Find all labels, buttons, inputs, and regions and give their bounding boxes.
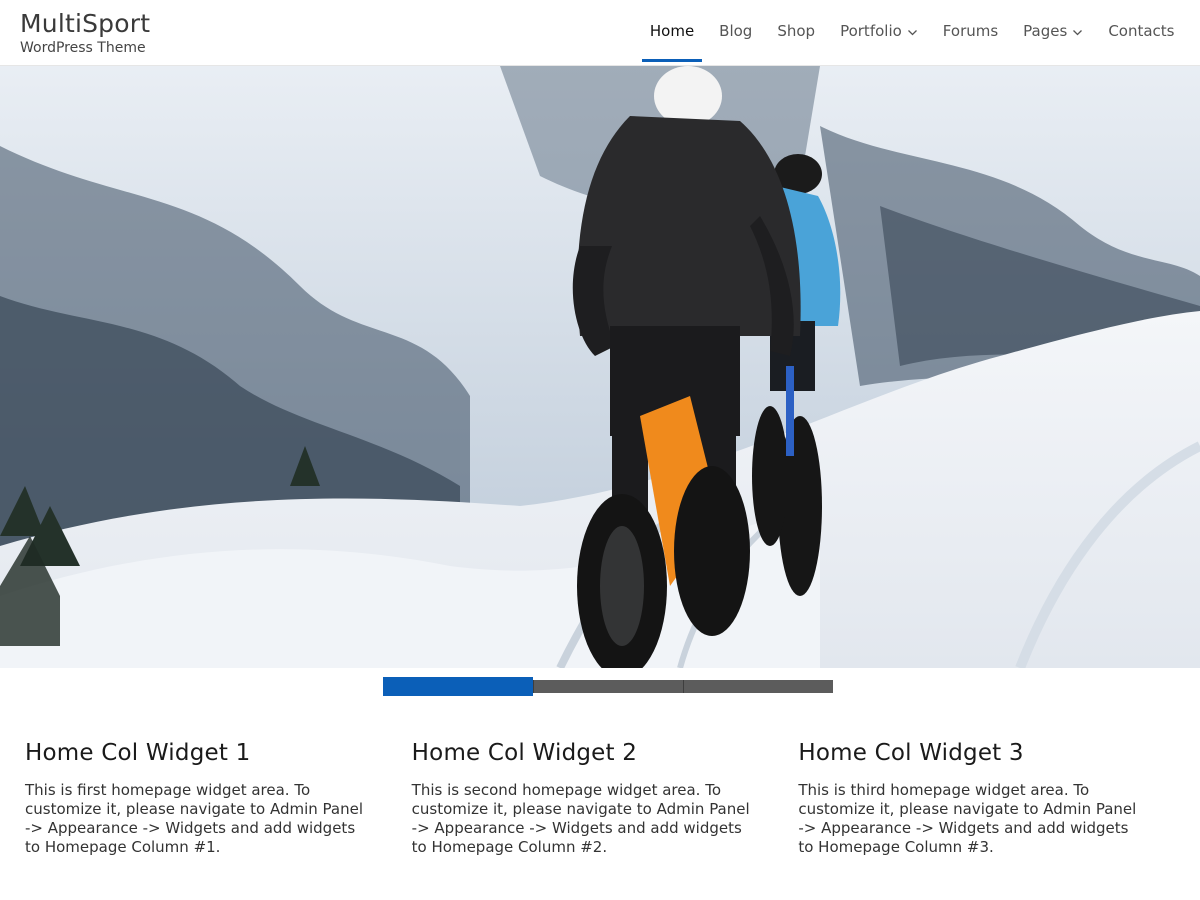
nav-item-portfolio[interactable]: Portfolio (828, 0, 931, 62)
widget-title: Home Col Widget 1 (25, 740, 251, 766)
nav-item-contacts[interactable]: Contacts (1096, 0, 1187, 62)
home-widget-1: Home Col Widget 1 This is first homepage… (25, 740, 412, 857)
home-widget-2: Home Col Widget 2 This is second homepag… (412, 740, 799, 857)
hero-slide-image[interactable] (0, 66, 1200, 668)
site-header: MultiSport WordPress Theme Home Blog Sho… (0, 0, 1200, 66)
nav-item-label: Forums (942, 22, 999, 40)
nav-item-forums[interactable]: Forums (930, 0, 1010, 62)
slider-dot-1[interactable] (383, 677, 533, 696)
nav-item-label: Home (649, 22, 695, 40)
homepage-widgets: Home Col Widget 1 This is first homepage… (25, 740, 1185, 857)
nav-item-label: Shop (777, 22, 816, 40)
site-title[interactable]: MultiSport (20, 9, 150, 38)
nav-item-label: Contacts (1108, 22, 1175, 40)
hero-photo (0, 66, 1200, 668)
widget-text: This is second homepage widget area. To … (411, 781, 750, 856)
nav-item-pages[interactable]: Pages (1011, 0, 1096, 62)
chevron-down-icon (907, 27, 918, 38)
nav-item-shop[interactable]: Shop (765, 0, 828, 62)
nav-item-label: Pages (1023, 22, 1068, 40)
nav-item-label: Blog (719, 22, 753, 40)
widget-title: Home Col Widget 2 (411, 740, 638, 766)
widget-text: This is third homepage widget area. To c… (798, 781, 1137, 856)
chevron-down-icon (1072, 27, 1083, 38)
slider-dot-3[interactable] (683, 680, 833, 693)
slider-dot-2[interactable] (533, 680, 683, 693)
nav-item-blog[interactable]: Blog (707, 0, 765, 62)
site-tagline: WordPress Theme (20, 40, 146, 56)
widget-text: This is first homepage widget area. To c… (25, 781, 363, 856)
nav-item-label: Portfolio (840, 22, 902, 40)
nav-item-home[interactable]: Home (637, 0, 706, 62)
slider-pagination (383, 677, 833, 696)
home-widget-3: Home Col Widget 3 This is third homepage… (798, 740, 1185, 857)
widget-title: Home Col Widget 3 (798, 740, 1024, 766)
main-navigation: Home Blog Shop Portfolio Forums Pages Co… (637, 0, 1187, 66)
